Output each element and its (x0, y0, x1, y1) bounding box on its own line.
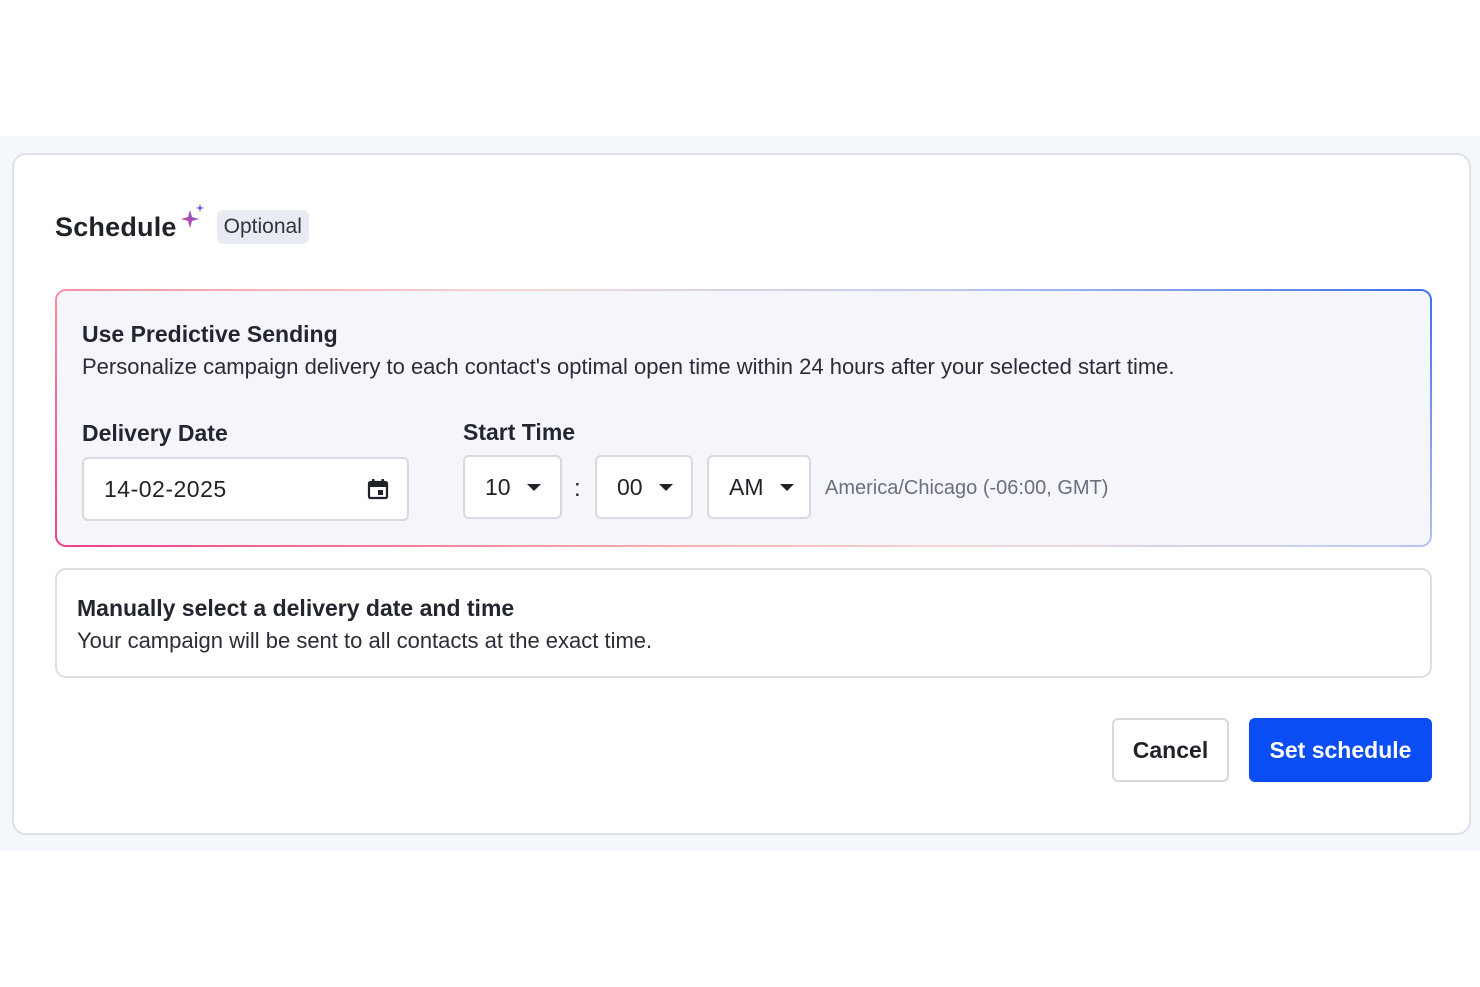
manual-description: Your campaign will be sent to all contac… (77, 628, 653, 653)
manual-schedule-option[interactable]: Manually select a delivery date and time… (55, 568, 1432, 678)
predictive-description: Personalize campaign delivery to each co… (82, 354, 1175, 379)
chevron-down-icon (526, 483, 541, 491)
time-separator: : (574, 475, 581, 502)
sparkle-icon (180, 204, 204, 228)
optional-badge: Optional (216, 210, 309, 244)
schedule-card: Schedule Optional Use Predictive Sending… (12, 153, 1471, 835)
delivery-date-label: Delivery Date (82, 420, 228, 446)
delivery-date-value: 14-02-2025 (104, 475, 227, 502)
set-schedule-button[interactable]: Set schedule (1249, 718, 1432, 782)
manual-title: Manually select a delivery date and time (77, 595, 515, 621)
start-time-label: Start Time (463, 419, 576, 445)
section-header: Schedule Optional (55, 204, 309, 247)
chevron-down-icon (779, 483, 794, 491)
delivery-date-input[interactable]: 14-02-2025 (82, 457, 409, 521)
calendar-icon[interactable] (367, 478, 389, 500)
meridiem-value: AM (729, 473, 764, 500)
section-title: Schedule (55, 211, 177, 242)
minute-select[interactable]: 00 (595, 455, 693, 519)
timezone-label: America/Chicago (-06:00, GMT) (825, 477, 1109, 499)
cancel-button[interactable]: Cancel (1112, 718, 1229, 782)
chevron-down-icon (658, 483, 673, 491)
predictive-title: Use Predictive Sending (82, 321, 338, 347)
meridiem-select[interactable]: AM (707, 455, 811, 519)
predictive-sending-panel: Use Predictive Sending Personalize campa… (57, 291, 1430, 545)
hour-select[interactable]: 10 (463, 455, 562, 519)
predictive-sending-option[interactable]: Use Predictive Sending Personalize campa… (55, 289, 1432, 547)
minute-value: 00 (617, 473, 643, 500)
hour-value: 10 (485, 473, 511, 500)
